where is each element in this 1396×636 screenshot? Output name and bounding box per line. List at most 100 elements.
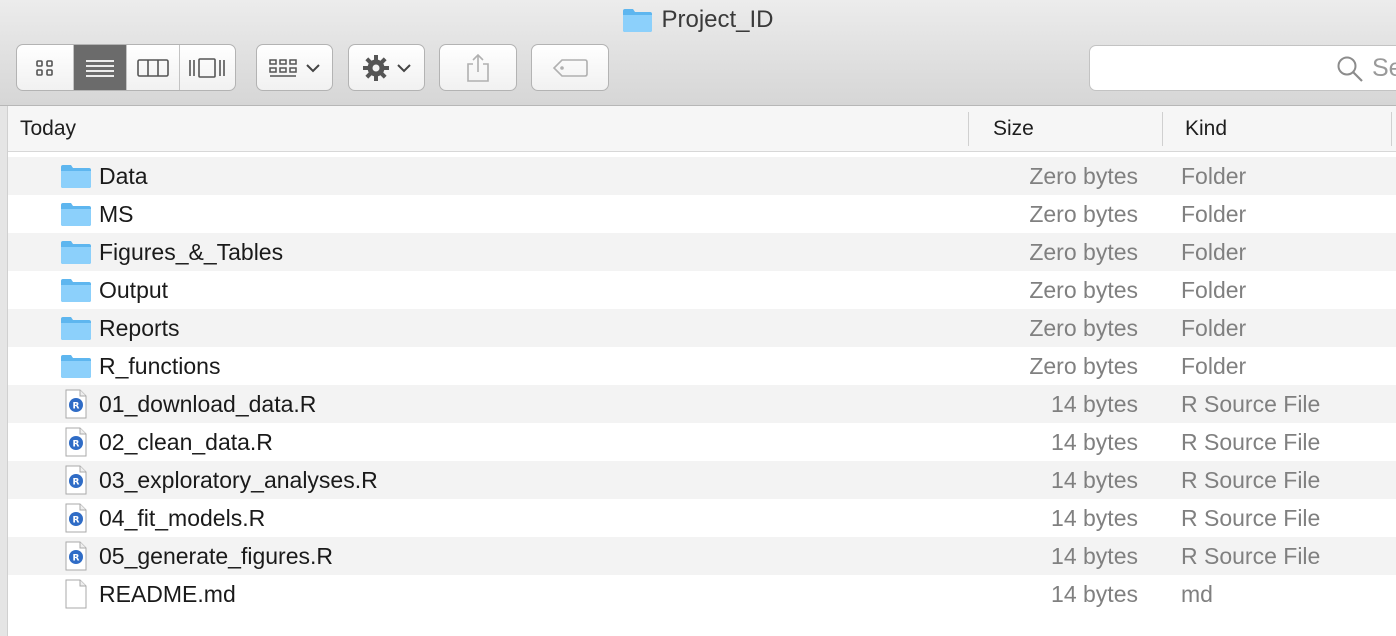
folder-icon	[60, 163, 92, 195]
file-row[interactable]: R 02_clean_data.R 14 bytes R Source File	[8, 423, 1396, 461]
file-kind: md	[1181, 581, 1213, 607]
action-menu-button[interactable]	[348, 44, 425, 91]
window-title-bar: Project_ID	[0, 3, 1396, 37]
svg-text:R: R	[73, 440, 80, 450]
file-kind: R Source File	[1181, 391, 1321, 417]
file-size: Zero bytes	[1029, 315, 1138, 341]
list-view-button[interactable]	[74, 45, 127, 90]
sidebar-edge	[0, 106, 8, 636]
document-icon	[64, 579, 88, 615]
column-divider[interactable]	[1391, 112, 1392, 146]
search-placeholder: Search	[1372, 54, 1396, 82]
file-row[interactable]: Data Zero bytes Folder	[8, 157, 1396, 195]
file-size: 14 bytes	[1051, 505, 1138, 531]
chevron-down-icon	[396, 63, 411, 72]
svg-text:R: R	[73, 478, 80, 488]
column-divider[interactable]	[1162, 112, 1163, 146]
file-row[interactable]: Output Zero bytes Folder	[8, 271, 1396, 309]
file-kind: Folder	[1181, 277, 1247, 303]
folder-icon	[60, 201, 92, 233]
file-name: README.md	[99, 581, 236, 607]
r-file-icon: R	[64, 541, 88, 577]
svg-text:R: R	[73, 554, 80, 564]
file-kind: Folder	[1181, 239, 1247, 265]
file-kind: Folder	[1181, 315, 1247, 341]
file-row[interactable]: Reports Zero bytes Folder	[8, 309, 1396, 347]
file-row[interactable]: README.md 14 bytes md	[8, 575, 1396, 613]
columns-icon	[136, 58, 169, 77]
file-size: 14 bytes	[1051, 467, 1138, 493]
file-kind: R Source File	[1181, 505, 1321, 531]
file-name: Data	[99, 163, 148, 189]
share-button[interactable]	[439, 44, 517, 91]
file-size: Zero bytes	[1029, 201, 1138, 227]
folder-icon	[623, 9, 653, 32]
file-kind: Folder	[1181, 353, 1247, 379]
name-column-header[interactable]: Today	[20, 106, 965, 151]
file-row[interactable]: R_functions Zero bytes Folder	[8, 347, 1396, 385]
file-row[interactable]: R 05_generate_figures.R 14 bytes R Source F…	[8, 537, 1396, 575]
file-size: 14 bytes	[1051, 543, 1138, 569]
folder-icon	[60, 239, 92, 271]
file-kind: Folder	[1181, 163, 1247, 189]
r-file-icon: R	[64, 389, 88, 425]
r-file-icon: R	[64, 503, 88, 539]
file-size: 14 bytes	[1051, 581, 1138, 607]
svg-text:R: R	[73, 402, 80, 412]
file-kind: R Source File	[1181, 543, 1321, 569]
file-row[interactable]: R 04_fit_models.R 14 bytes R Source File	[8, 499, 1396, 537]
file-size: Zero bytes	[1029, 239, 1138, 265]
file-row[interactable]: MS Zero bytes Folder	[8, 195, 1396, 233]
icon-view-button[interactable]	[17, 45, 75, 90]
file-kind: R Source File	[1181, 467, 1321, 493]
file-name: 04_fit_models.R	[99, 505, 266, 531]
view-mode-control	[16, 44, 236, 91]
file-row[interactable]: Figures_&_Tables Zero bytes Folder	[8, 233, 1396, 271]
arrange-button[interactable]	[256, 44, 333, 91]
file-name: MS	[99, 201, 134, 227]
file-name: 01_download_data.R	[99, 391, 317, 417]
file-size: 14 bytes	[1051, 391, 1138, 417]
cover-flow-view-button[interactable]	[180, 45, 235, 90]
grid-icon	[36, 59, 54, 76]
file-size: Zero bytes	[1029, 163, 1138, 189]
size-column-header[interactable]: Size	[993, 106, 1163, 151]
search-field[interactable]: Search	[1089, 45, 1396, 91]
gear-icon	[362, 54, 389, 81]
tag-button[interactable]	[531, 44, 609, 91]
kind-column-header[interactable]: Kind	[1185, 106, 1385, 151]
file-kind: R Source File	[1181, 429, 1321, 455]
search-icon	[1337, 56, 1363, 82]
svg-text:R: R	[73, 516, 80, 526]
file-name: 02_clean_data.R	[99, 429, 273, 455]
folder-icon	[60, 315, 92, 347]
file-row[interactable]: R 03_exploratory_analyses.R 14 bytes R Sour…	[8, 461, 1396, 499]
file-name: 05_generate_figures.R	[99, 543, 333, 569]
column-header: Today Size Kind	[8, 106, 1396, 152]
list-icon	[86, 59, 115, 77]
column-view-button[interactable]	[127, 45, 180, 90]
folder-icon	[60, 277, 92, 309]
r-file-icon: R	[64, 427, 88, 463]
file-name: Output	[99, 277, 169, 303]
folder-icon	[60, 353, 92, 385]
arrange-grid-icon	[268, 58, 297, 77]
window-title: Project_ID	[661, 6, 774, 33]
cover-flow-icon	[189, 57, 226, 78]
file-name: R_functions	[99, 353, 221, 379]
file-row[interactable]: R 01_download_data.R 14 bytes R Source File	[8, 385, 1396, 423]
file-list: Data Zero bytes Folder MS Zero bytes Folder Fi…	[8, 157, 1396, 613]
file-name: Figures_&_Tables	[99, 239, 284, 265]
chevron-down-icon	[305, 63, 320, 72]
file-size: Zero bytes	[1029, 353, 1138, 379]
file-size: Zero bytes	[1029, 277, 1138, 303]
file-kind: Folder	[1181, 201, 1247, 227]
file-name: 03_exploratory_analyses.R	[99, 467, 378, 493]
window-toolbar: Project_ID Se	[0, 0, 1396, 106]
file-name: Reports	[99, 315, 180, 341]
file-size: 14 bytes	[1051, 429, 1138, 455]
share-icon	[467, 53, 489, 82]
r-file-icon: R	[64, 465, 88, 501]
column-divider[interactable]	[968, 112, 969, 146]
tag-icon	[552, 58, 588, 77]
